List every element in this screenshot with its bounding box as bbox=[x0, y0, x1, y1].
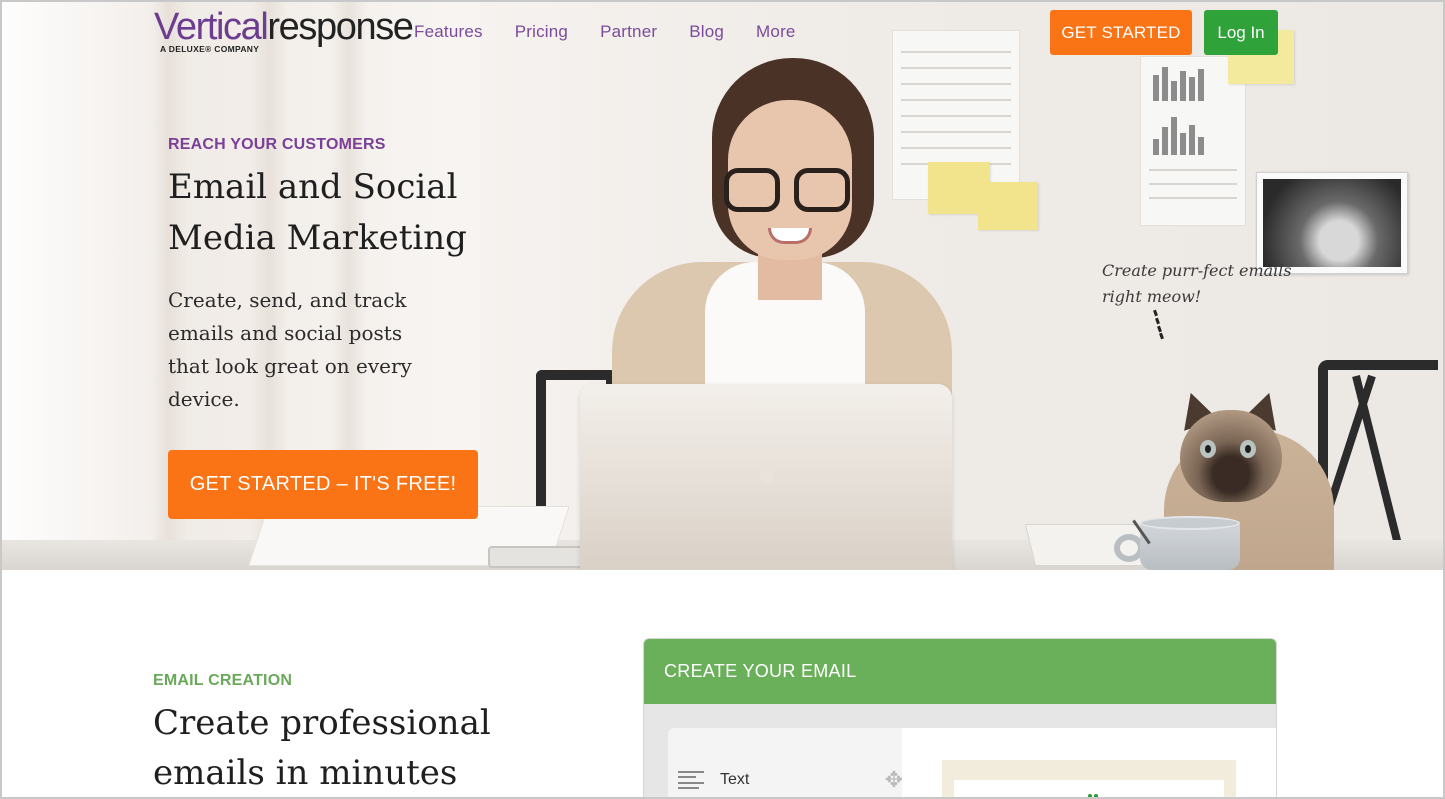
blocks-sidebar: Text ✥ bbox=[668, 728, 903, 799]
hero-description: Create, send, and track emails and socia… bbox=[168, 288, 412, 411]
email-canvas bbox=[902, 728, 1276, 799]
logo-vertical: Vertical bbox=[154, 6, 269, 48]
nav-partner[interactable]: Partner bbox=[600, 22, 657, 42]
get-started-free-button[interactable]: GET STARTED – IT'S FREE! bbox=[168, 450, 478, 519]
phone bbox=[488, 546, 590, 568]
hero-title-line2: Media Marketing bbox=[168, 218, 467, 258]
text-block-item[interactable]: Text bbox=[678, 766, 898, 794]
sticky-note bbox=[978, 182, 1038, 230]
quote-pointer-dash bbox=[1155, 317, 1160, 325]
cat-quote-line2: right meow! bbox=[1102, 287, 1202, 306]
quote-pointer-dash bbox=[1159, 332, 1164, 340]
email-creation-eyebrow: EMAIL CREATION bbox=[153, 672, 293, 689]
create-email-header: CREATE YOUR EMAIL bbox=[644, 639, 1276, 704]
log-in-button[interactable]: Log In bbox=[1204, 10, 1278, 55]
site-header: Verticalresponse A DELUXE® COMPANY Featu… bbox=[0, 0, 1445, 66]
hero-title-line1: Email and Social bbox=[168, 167, 458, 207]
laptop-logo bbox=[760, 470, 774, 484]
nav-features[interactable]: Features bbox=[414, 22, 483, 42]
logo-response: response bbox=[267, 6, 414, 48]
logo-tagline: A DELUXE® COMPANY bbox=[160, 44, 260, 54]
quote-pointer-dash bbox=[1153, 309, 1158, 317]
email-creation-title: Create professional emails in minutes bbox=[153, 698, 573, 798]
cat-quote-line1: Create purr-fect emails bbox=[1102, 261, 1292, 280]
glasses-left bbox=[724, 168, 780, 212]
nav-blog[interactable]: Blog bbox=[689, 22, 724, 42]
create-email-panel: CREATE YOUR EMAIL Text ✥ bbox=[643, 638, 1277, 799]
email-editor: Text ✥ bbox=[644, 704, 1276, 799]
hero-section: Create purr-fect emails right meow! REAC… bbox=[0, 0, 1445, 570]
email-creation-title-line1: Create professional bbox=[153, 703, 491, 743]
text-lines-icon bbox=[678, 771, 704, 789]
mug-rim bbox=[1140, 516, 1240, 530]
logo-wordmark: Verticalresponse bbox=[154, 6, 414, 48]
glasses-right bbox=[794, 168, 850, 212]
hero-eyebrow: REACH YOUR CUSTOMERS bbox=[168, 136, 386, 153]
hero-content: REACH YOUR CUSTOMERS Email and Social Me… bbox=[168, 136, 508, 416]
cat-eye bbox=[1240, 440, 1256, 458]
template-logo-dot bbox=[1088, 794, 1092, 799]
cat-head bbox=[1180, 410, 1282, 502]
hero-title: Email and Social Media Marketing bbox=[168, 162, 508, 264]
verticalresponse-logo[interactable]: Verticalresponse A DELUXE® COMPANY bbox=[154, 6, 414, 60]
quote-pointer-dash bbox=[1157, 325, 1162, 333]
text-block-label: Text bbox=[720, 771, 750, 788]
header-get-started-button[interactable]: GET STARTED bbox=[1050, 10, 1192, 55]
email-creation-title-line2: emails in minutes bbox=[153, 753, 458, 793]
nav-pricing[interactable]: Pricing bbox=[515, 22, 568, 42]
nav-more[interactable]: More bbox=[756, 22, 796, 42]
cat-quote: Create purr-fect emails right meow! bbox=[1102, 258, 1292, 310]
template-logo-dot bbox=[1094, 794, 1098, 799]
main-nav: Features Pricing Partner Blog More bbox=[414, 22, 828, 42]
cat-eye bbox=[1200, 440, 1216, 458]
